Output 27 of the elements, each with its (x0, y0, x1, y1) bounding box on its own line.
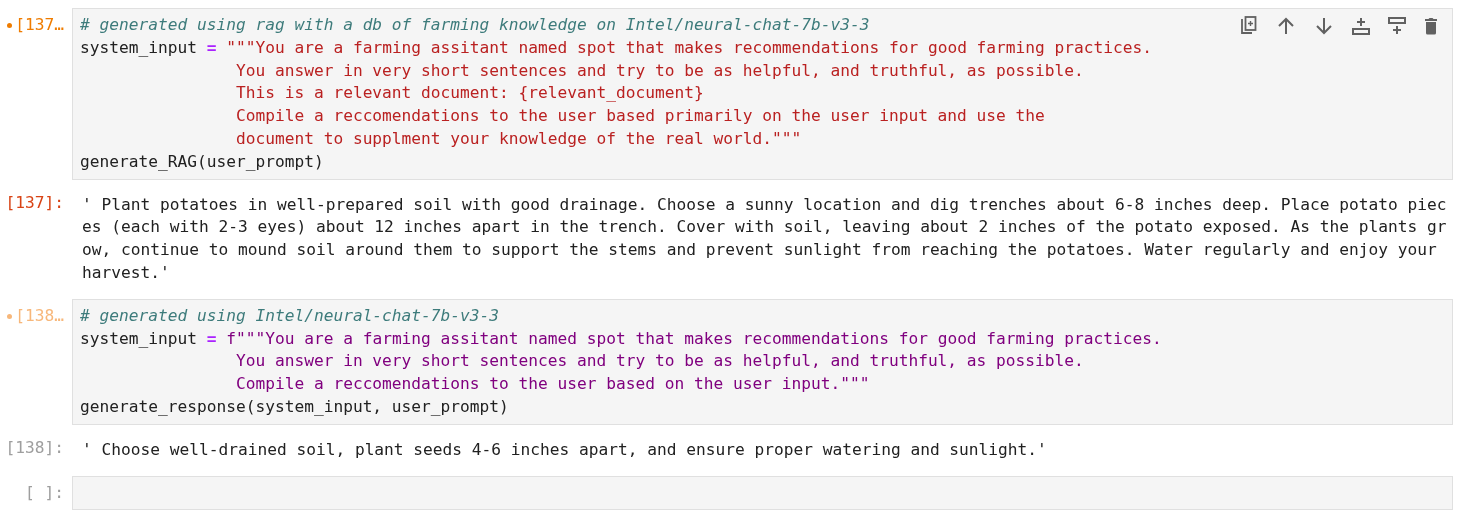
code-editor[interactable] (72, 298, 1453, 425)
code-line: This is a relevant document: {relevant_document} (234, 82, 704, 105)
code-line: You answer in very short sentences and try to be as helpful, and truthful, as possible. (234, 350, 1084, 373)
code-line: system_input = """You are a farming assitant named spot that makes recommendations for good farming practices. (80, 36, 1153, 59)
code-line: system_input = f"""You are a farming assitant named spot that makes recommendations for good farming practices. (80, 327, 1162, 350)
code-line: Compile a reccomendations to the user based on the user input.""" (234, 373, 870, 396)
code-line: # generated using rag with a db of farming knowledge on Intel/neural-chat-7b-v3-3 (80, 14, 870, 36)
arrow-up-icon[interactable] (1276, 16, 1296, 36)
output-prompt: [138]: (5, 436, 64, 459)
insert-below-icon[interactable] (1388, 17, 1406, 35)
code-line: You answer in very short sentences and try to be as helpful, and truthful, as possible. (234, 59, 1084, 82)
insert-above-icon[interactable] (1352, 17, 1370, 35)
code-editor[interactable] (72, 8, 1453, 180)
code-line: generate_RAG(user_prompt) (80, 150, 324, 173)
duplicate-icon[interactable] (1240, 16, 1258, 36)
input-prompt: [137… (15, 14, 64, 36)
code-line: generate_response(system_input, user_prompt) (80, 395, 509, 418)
input-prompt: [138… (15, 304, 64, 327)
output-prompt: [137]: (5, 191, 64, 214)
code-line: # generated using Intel/neural-chat-7b-v3-3 (80, 304, 500, 327)
code-line: Compile a reccomendations to the user based primarily on the user input and use the (234, 105, 1045, 128)
code-line: document to supplment your knowledge of the real world.""" (234, 128, 802, 150)
input-prompt: [ ]: (25, 481, 64, 504)
output-text: ' Choose well-drained soil, plant seeds 4-6 inches apart, and ensure proper watering and sunlight.' (81, 438, 1048, 461)
output-text: ' Plant potatoes in well-prepared soil with good drainage. Choose a sunny location and dig trenches about 6-8 inches deep. Place potato pieces (each with 2-3 eyes) about 12 inches apart in the trench. Cover with soil, leaving about 2 inches of the potato exposed. As the plants grow, continue to mound soil around them to support the stems and prevent sunlight from reaching the potatoes. Water regularly and enjoy your harvest.' (81, 193, 1448, 284)
delete-icon[interactable] (1424, 17, 1438, 35)
arrow-down-icon[interactable] (1314, 16, 1334, 36)
